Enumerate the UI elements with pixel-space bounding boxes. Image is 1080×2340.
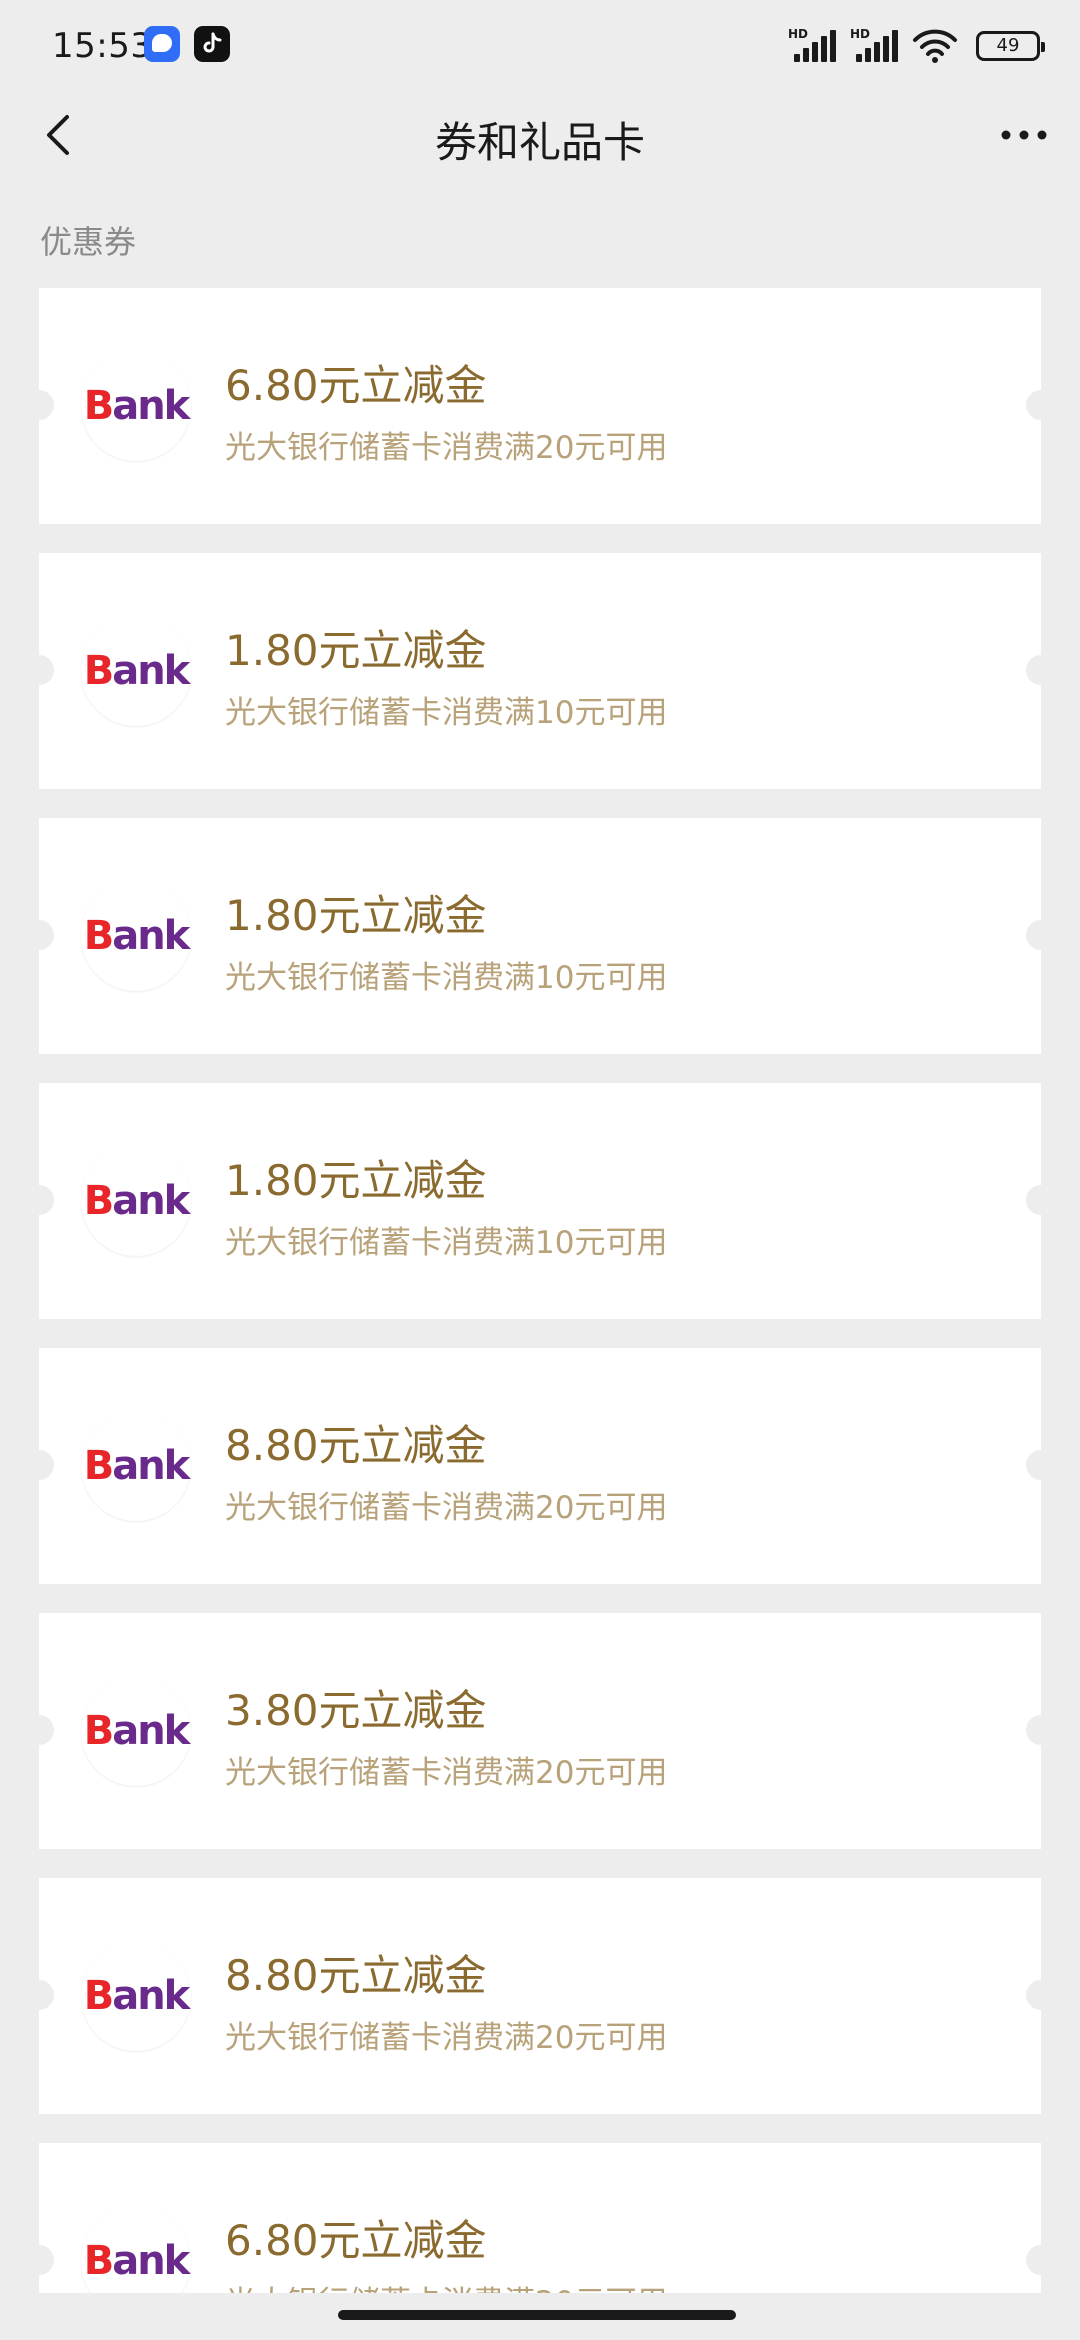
bank-logo: Bank xyxy=(81,351,191,461)
page-title: 券和礼品卡 xyxy=(434,118,645,167)
coupon-card[interactable]: Bank 3.80元立减金 光大银行储蓄卡消费满20元可用 xyxy=(39,1613,1041,1849)
ticket-notch xyxy=(1026,920,1041,950)
ticket-notch xyxy=(1026,2245,1041,2275)
coupon-title: 8.80元立减金 xyxy=(225,1951,487,2000)
coupon-description: 光大银行储蓄卡消费满10元可用 xyxy=(225,695,668,731)
coupon-description: 光大银行储蓄卡消费满20元可用 xyxy=(225,2020,668,2056)
ticket-notch xyxy=(39,1715,54,1745)
coupon-description: 光大银行储蓄卡消费满20元可用 xyxy=(225,1755,668,1791)
ticket-notch xyxy=(1026,1980,1041,2010)
coupon-card[interactable]: Bank 8.80元立减金 光大银行储蓄卡消费满20元可用 xyxy=(39,1878,1041,2114)
nav-bar: 券和礼品卡 xyxy=(0,95,1080,175)
coupon-description: 光大银行储蓄卡消费满10元可用 xyxy=(225,1225,668,1261)
coupon-description: 光大银行储蓄卡消费满10元可用 xyxy=(225,960,668,996)
ticket-notch xyxy=(39,920,54,950)
coupon-title: 1.80元立减金 xyxy=(225,891,487,940)
coupon-description: 光大银行储蓄卡消费满20元可用 xyxy=(225,2277,667,2293)
signal-icon: HD xyxy=(850,28,900,64)
ticket-notch xyxy=(1026,655,1041,685)
status-time: 15:53 xyxy=(52,26,153,66)
coupon-list: Bank 6.80元立减金 光大银行储蓄卡消费满20元可用 Bank 1.80元… xyxy=(39,288,1041,2293)
ticket-notch xyxy=(1026,1715,1041,1745)
signal-icon: HD xyxy=(788,28,838,64)
coupon-title: 1.80元立减金 xyxy=(225,1156,487,1205)
coupon-title: 8.80元立减金 xyxy=(225,1421,487,1470)
ticket-notch xyxy=(39,1980,54,2010)
coupon-card[interactable]: Bank 6.80元立减金 光大银行储蓄卡消费满20元可用 xyxy=(39,2143,1041,2293)
more-dots-icon xyxy=(1001,130,1047,140)
ticket-notch xyxy=(1026,390,1041,420)
chat-app-icon xyxy=(144,26,180,62)
wifi-icon xyxy=(913,29,957,63)
battery-icon: 49 xyxy=(976,31,1045,61)
bank-logo: Bank xyxy=(81,1676,191,1786)
coupon-description: 光大银行储蓄卡消费满20元可用 xyxy=(225,1490,668,1526)
status-bar: 15:53 HD HD 49 xyxy=(0,0,1080,95)
ticket-notch xyxy=(39,390,54,420)
coupon-card[interactable]: Bank 8.80元立减金 光大银行储蓄卡消费满20元可用 xyxy=(39,1348,1041,1584)
ticket-notch xyxy=(39,655,54,685)
ticket-notch xyxy=(1026,1450,1041,1480)
bank-logo: Bank xyxy=(81,616,191,726)
system-icons: HD HD 49 xyxy=(788,26,1045,66)
tiktok-app-icon xyxy=(194,26,230,62)
coupon-description: 光大银行储蓄卡消费满20元可用 xyxy=(225,430,668,466)
coupon-title: 6.80元立减金 xyxy=(225,361,487,410)
coupon-title: 6.80元立减金 xyxy=(225,2216,487,2265)
bank-logo: Bank xyxy=(81,1146,191,1256)
coupon-card[interactable]: Bank 1.80元立减金 光大银行储蓄卡消费满10元可用 xyxy=(39,553,1041,789)
coupon-title: 1.80元立减金 xyxy=(225,626,487,675)
bank-logo: Bank xyxy=(81,2206,191,2293)
ticket-notch xyxy=(39,1450,54,1480)
ticket-notch xyxy=(39,2245,54,2275)
signal-hd-label: HD xyxy=(850,27,871,41)
home-indicator[interactable] xyxy=(338,2310,736,2320)
coupon-card[interactable]: Bank 6.80元立减金 光大银行储蓄卡消费满20元可用 xyxy=(39,288,1041,524)
bank-logo: Bank xyxy=(81,1941,191,2051)
battery-level: 49 xyxy=(996,35,1020,56)
coupon-title: 3.80元立减金 xyxy=(225,1686,487,1735)
bank-logo: Bank xyxy=(81,881,191,991)
bank-logo: Bank xyxy=(81,1411,191,1521)
ticket-notch xyxy=(39,1185,54,1215)
coupon-card[interactable]: Bank 1.80元立减金 光大银行储蓄卡消费满10元可用 xyxy=(39,1083,1041,1319)
section-label: 优惠券 xyxy=(40,223,137,261)
ticket-notch xyxy=(1026,1185,1041,1215)
coupon-card[interactable]: Bank 1.80元立减金 光大银行储蓄卡消费满10元可用 xyxy=(39,818,1041,1054)
more-button[interactable] xyxy=(994,105,1054,165)
signal-hd-label: HD xyxy=(788,27,809,41)
